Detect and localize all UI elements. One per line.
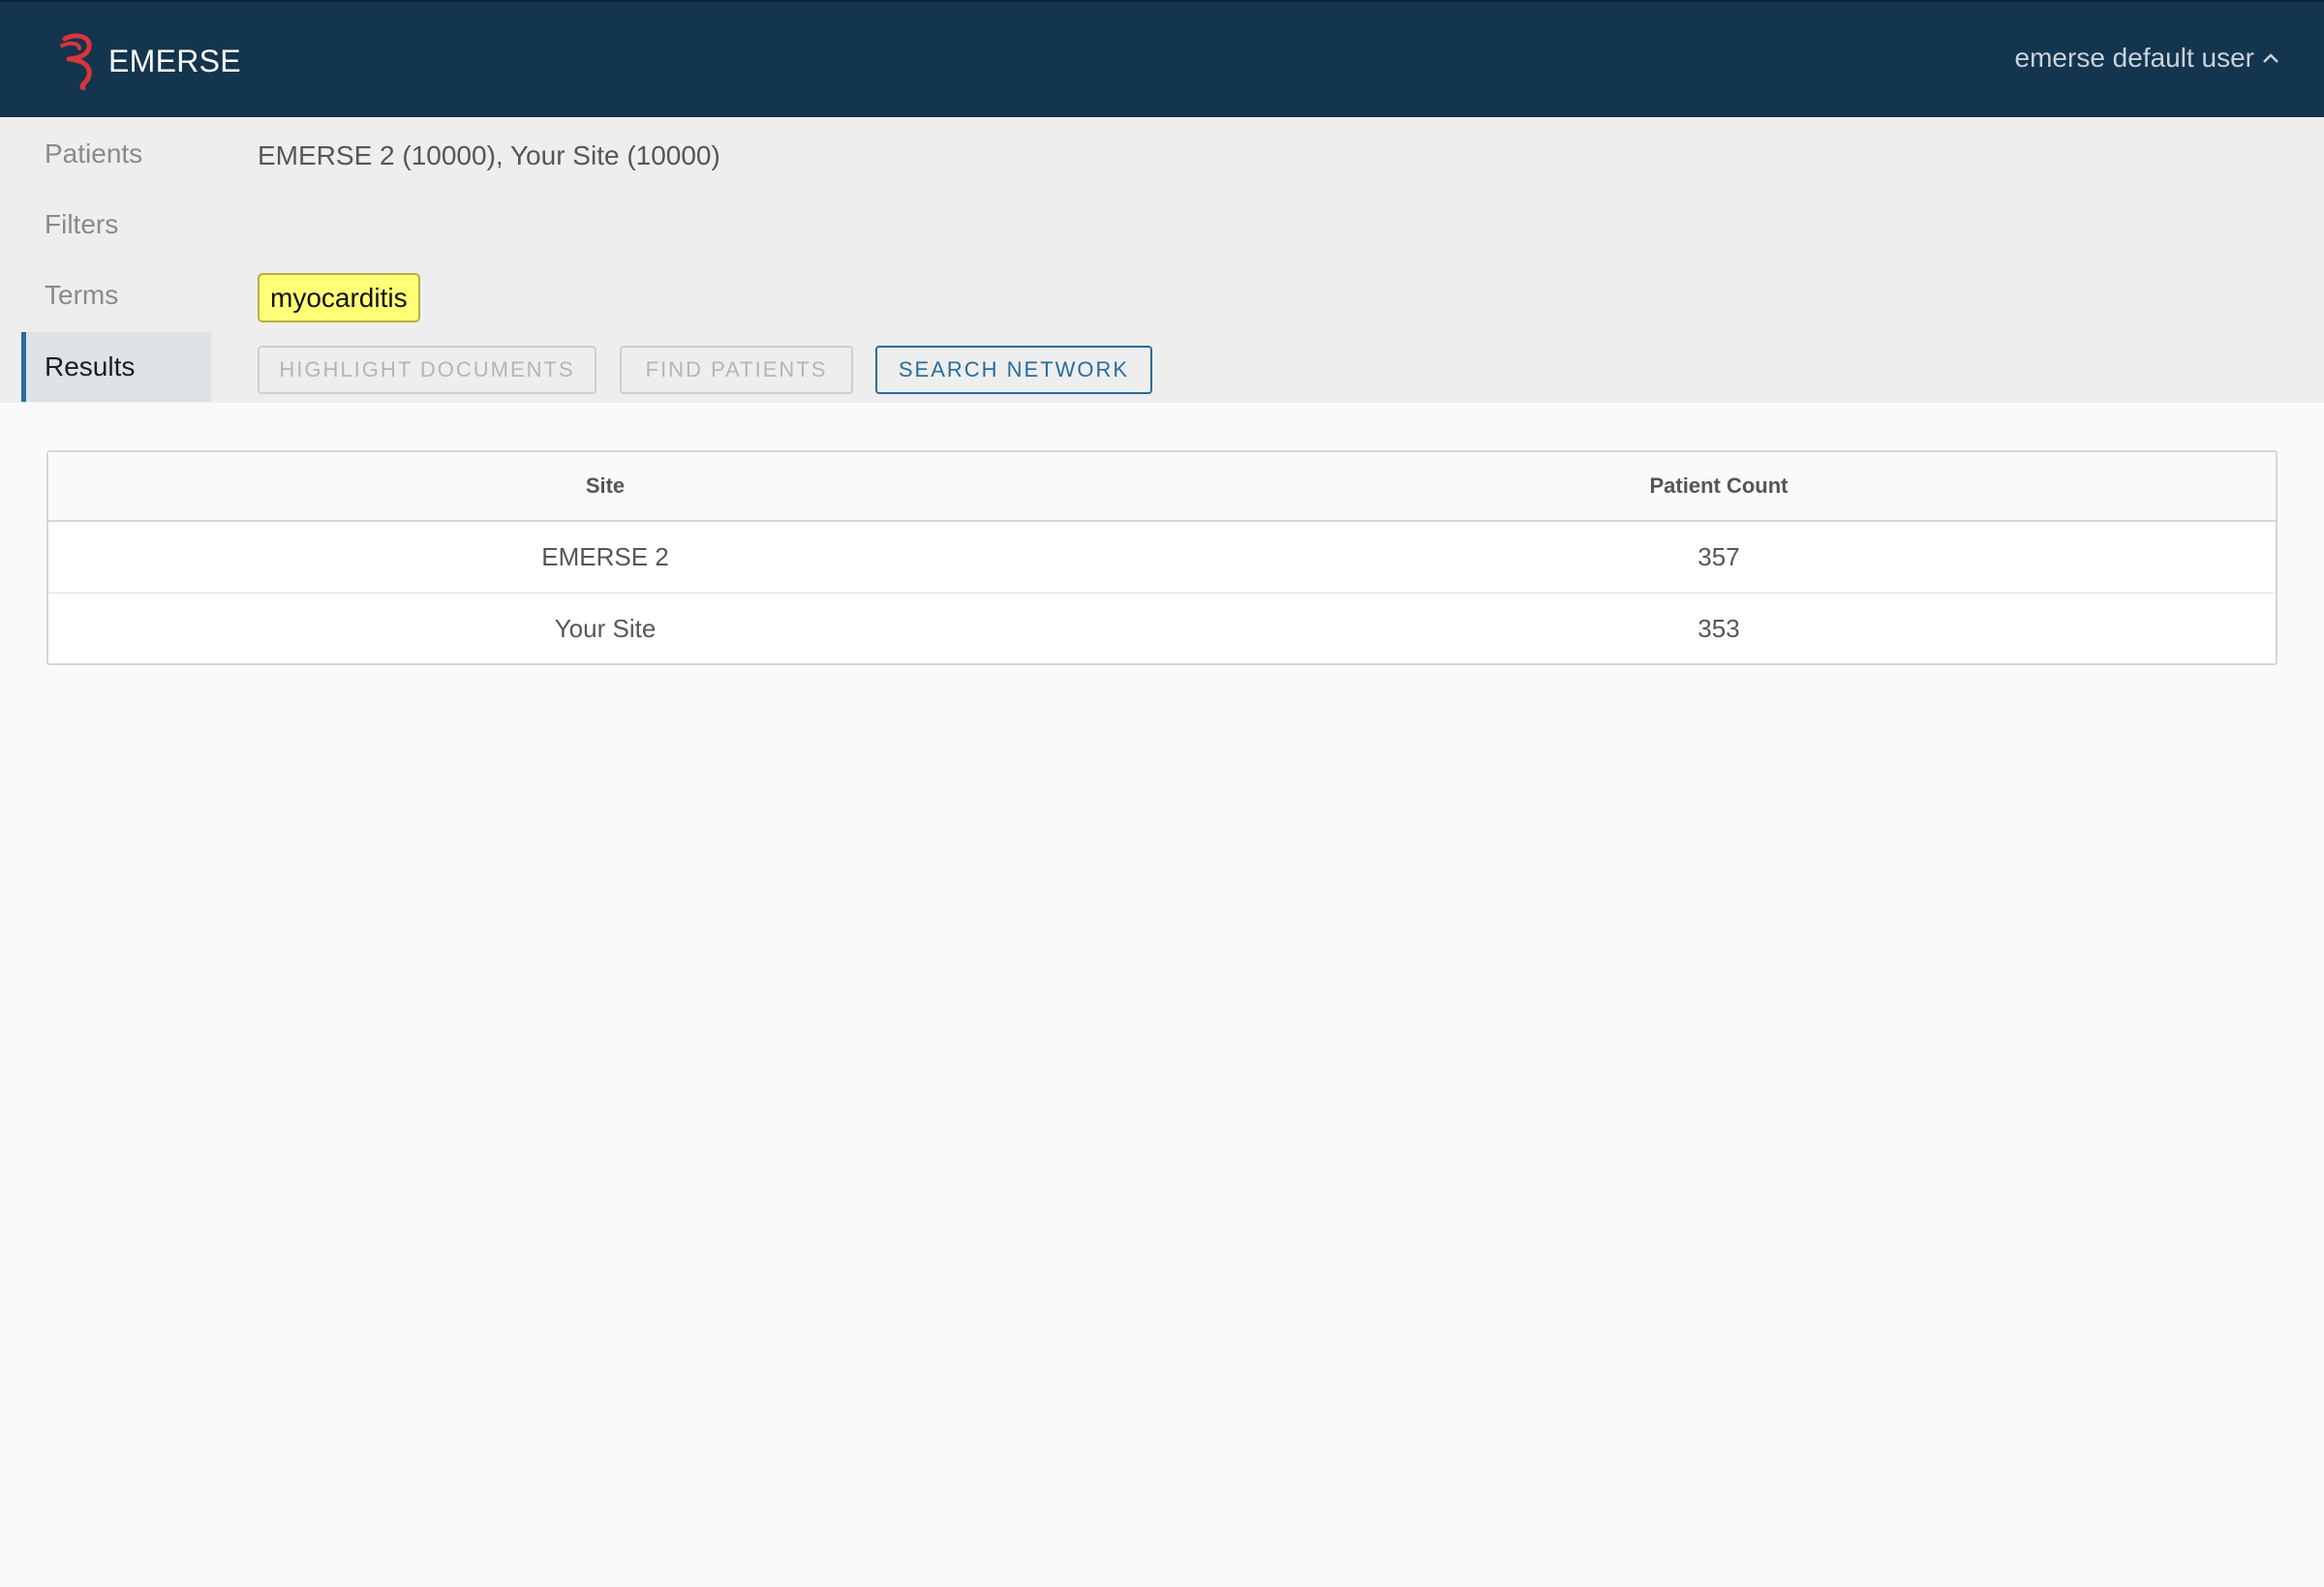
site-cell: EMERSE 2 bbox=[541, 542, 669, 571]
patient-count-cell: 357 bbox=[1697, 542, 1740, 571]
results-table: Site Patient Count EMERSE 2 357 Your Sit… bbox=[46, 450, 2278, 665]
brand[interactable]: EMERSE bbox=[58, 31, 241, 91]
sidebar-item-label: Results bbox=[45, 351, 136, 381]
sidebar-item-label: Terms bbox=[45, 280, 119, 310]
table-row: Your Site 353 bbox=[48, 593, 2276, 663]
search-network-button[interactable]: SEARCH NETWORK bbox=[875, 346, 1152, 394]
patients-summary: EMERSE 2 (10000), Your Site (10000) bbox=[258, 140, 720, 170]
patient-count-cell: 353 bbox=[1162, 593, 2276, 663]
app-name: EMERSE bbox=[108, 43, 241, 78]
chevron-up-icon bbox=[2263, 53, 2278, 63]
table-row: EMERSE 2 357 bbox=[48, 522, 2276, 593]
sidebar-item-results[interactable]: Results bbox=[21, 332, 211, 402]
top-header: EMERSE emerse default user bbox=[0, 0, 2324, 117]
user-menu[interactable]: emerse default user bbox=[2015, 43, 2279, 74]
sidebar-item-filters[interactable]: Filters bbox=[21, 190, 211, 259]
site-cell: Your Site bbox=[48, 593, 1162, 663]
term-tag[interactable]: myocarditis bbox=[258, 273, 420, 322]
emerse-logo-icon bbox=[60, 33, 92, 90]
column-header-patient-count: Patient Count bbox=[1162, 452, 2276, 522]
table-header-row: Site Patient Count bbox=[48, 452, 2276, 522]
sidebar-item-terms[interactable]: Terms bbox=[21, 260, 211, 330]
sidebar-item-label: Filters bbox=[45, 209, 119, 239]
user-name: emerse default user bbox=[2014, 43, 2254, 73]
highlight-documents-button[interactable]: HIGHLIGHT DOCUMENTS bbox=[258, 346, 596, 394]
sidebar-item-patients[interactable]: Patients bbox=[21, 119, 211, 189]
find-patients-button[interactable]: FIND PATIENTS bbox=[620, 346, 853, 394]
sidebar-item-label: Patients bbox=[45, 138, 143, 168]
column-header-site: Site bbox=[48, 452, 1162, 522]
query-panel: Patients Filters Terms Results EMERSE 2 … bbox=[0, 117, 2324, 403]
